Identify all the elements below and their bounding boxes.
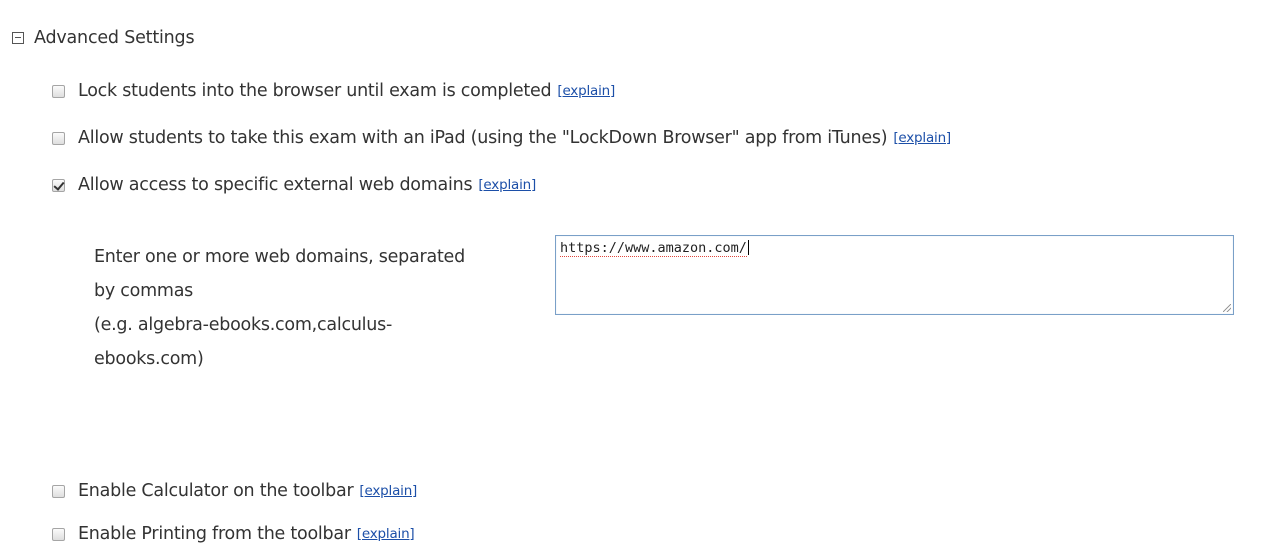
external-domains-explain-link[interactable]: [explain] bbox=[478, 177, 536, 193]
lock-browser-label: Lock students into the browser until exa… bbox=[78, 81, 552, 101]
lock-browser-explain-link[interactable]: [explain] bbox=[557, 83, 615, 99]
ipad-checkbox[interactable] bbox=[52, 131, 65, 145]
domains-instructions-line: Enter one or more web domains, separated bbox=[94, 247, 465, 267]
printing-explain-link[interactable]: [explain] bbox=[357, 526, 415, 542]
ipad-label: Allow students to take this exam with an… bbox=[78, 128, 888, 148]
advanced-settings-header[interactable]: Advanced Settings bbox=[12, 28, 195, 48]
collapse-minus-icon[interactable] bbox=[12, 32, 24, 44]
resize-handle-icon[interactable] bbox=[1223, 304, 1231, 312]
ipad-explain-link[interactable]: [explain] bbox=[893, 130, 951, 146]
domains-instructions-line: by commas bbox=[94, 281, 194, 301]
option-lock-browser: Lock students into the browser until exa… bbox=[52, 81, 615, 101]
option-calculator: Enable Calculator on the toolbar [explai… bbox=[52, 481, 417, 501]
domains-instructions: Enter one or more web domains, separated… bbox=[94, 240, 534, 376]
calculator-label: Enable Calculator on the toolbar bbox=[78, 481, 354, 501]
printing-label: Enable Printing from the toolbar bbox=[78, 524, 351, 544]
external-domains-label: Allow access to specific external web do… bbox=[78, 175, 473, 195]
external-domains-checkbox[interactable] bbox=[52, 178, 65, 192]
domains-instructions-line: ebooks.com) bbox=[94, 349, 204, 369]
domains-instructions-line: (e.g. algebra-ebooks.com,calculus- bbox=[94, 315, 393, 335]
section-title: Advanced Settings bbox=[34, 28, 195, 48]
option-ipad: Allow students to take this exam with an… bbox=[52, 128, 951, 148]
calculator-explain-link[interactable]: [explain] bbox=[359, 483, 417, 499]
option-external-domains: Allow access to specific external web do… bbox=[52, 175, 536, 195]
printing-checkbox[interactable] bbox=[52, 527, 65, 541]
calculator-checkbox[interactable] bbox=[52, 484, 65, 498]
lock-browser-checkbox[interactable] bbox=[52, 84, 65, 98]
web-domains-textarea[interactable]: https://www.amazon.com/ bbox=[555, 235, 1234, 315]
option-printing: Enable Printing from the toolbar [explai… bbox=[52, 524, 415, 544]
text-caret bbox=[747, 240, 749, 255]
web-domains-value: https://www.amazon.com/ bbox=[560, 240, 747, 257]
